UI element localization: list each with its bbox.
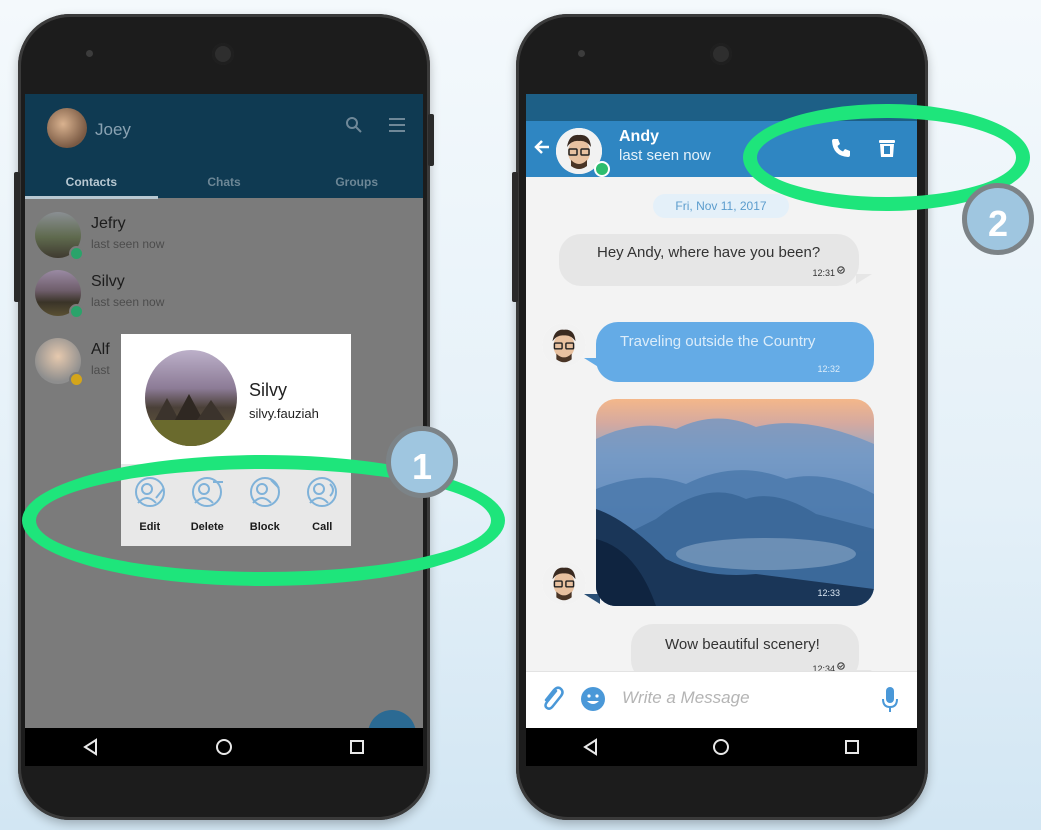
message-text: Wow beautiful scenery!	[665, 636, 820, 653]
tab-chats[interactable]: Chats	[158, 169, 291, 199]
chat-contact-status: last seen now	[619, 147, 711, 164]
message-text: Hey Andy, where have you been?	[597, 244, 821, 261]
tab-groups[interactable]: Groups	[290, 169, 423, 199]
contact-name: Alf	[91, 341, 110, 358]
away-indicator	[69, 372, 84, 387]
emoji-icon[interactable]	[580, 686, 606, 717]
contact-silvy[interactable]: Silvy last seen now	[35, 270, 415, 320]
phone-left: Joey Contacts Chats Groups Jefry last se…	[14, 14, 434, 820]
message-image[interactable]: 12:33	[596, 399, 874, 606]
online-indicator	[594, 161, 610, 177]
front-camera	[212, 43, 234, 65]
recents-nav-icon[interactable]	[843, 738, 861, 756]
sender-avatar	[542, 561, 586, 605]
back-arrow-icon[interactable]	[534, 139, 550, 160]
contact-name: Silvy	[91, 273, 125, 290]
power-button	[428, 114, 434, 166]
contact-name: Jefry	[91, 215, 126, 232]
mountain-scenery-image	[596, 418, 874, 606]
message-text: Traveling outside the Country	[620, 333, 816, 350]
header-user-name: Joey	[95, 120, 131, 139]
search-icon[interactable]	[345, 116, 363, 139]
avatar[interactable]	[47, 108, 87, 148]
callout-badge-1: 1	[386, 426, 458, 498]
back-nav-icon[interactable]	[82, 738, 100, 756]
online-indicator	[69, 304, 84, 319]
recents-nav-icon[interactable]	[348, 738, 366, 756]
read-check-icon	[837, 261, 845, 278]
paperclip-icon[interactable]	[540, 686, 564, 717]
microphone-icon[interactable]	[881, 686, 899, 719]
contact-status: last seen now	[91, 295, 165, 309]
popup-username: silvy.fauziah	[249, 406, 319, 421]
back-nav-icon[interactable]	[582, 738, 600, 756]
contact-jefry[interactable]: Jefry last seen now	[35, 212, 415, 262]
contact-photo	[145, 350, 237, 446]
message-bubble-outgoing[interactable]: Traveling outside the Country 12:32	[596, 322, 874, 382]
message-input[interactable]: Write a Message	[622, 688, 750, 708]
sensor	[578, 50, 585, 57]
message-bubble-incoming[interactable]: Hey Andy, where have you been? 12:31	[559, 234, 859, 286]
date-separator: Fri, Nov 11, 2017	[653, 194, 789, 218]
app-header: Joey Contacts Chats Groups	[25, 94, 423, 199]
contact-status: last	[91, 363, 110, 377]
side-button	[14, 172, 20, 302]
front-camera	[710, 43, 732, 65]
side-button	[512, 172, 518, 302]
sensor	[86, 50, 93, 57]
system-nav-bar	[25, 728, 423, 766]
message-time: 12:31	[812, 268, 835, 278]
message-time: 12:33	[817, 588, 840, 598]
contact-status: last seen now	[91, 237, 165, 251]
system-nav-bar	[526, 728, 917, 766]
bubble-tail	[856, 274, 872, 284]
online-indicator	[69, 246, 84, 261]
contacts-screen: Joey Contacts Chats Groups Jefry last se…	[25, 94, 423, 766]
message-time: 12:32	[817, 364, 840, 374]
home-nav-icon[interactable]	[712, 738, 730, 756]
chat-contact-name: Andy	[619, 128, 659, 145]
home-nav-icon[interactable]	[215, 738, 233, 756]
sender-avatar	[542, 323, 586, 367]
callout-badge-2: 2	[962, 183, 1034, 255]
popup-contact-name: Silvy	[249, 380, 288, 400]
menu-icon[interactable]	[389, 116, 405, 139]
tab-contacts[interactable]: Contacts	[25, 169, 158, 199]
message-composer: Write a Message	[526, 671, 917, 728]
